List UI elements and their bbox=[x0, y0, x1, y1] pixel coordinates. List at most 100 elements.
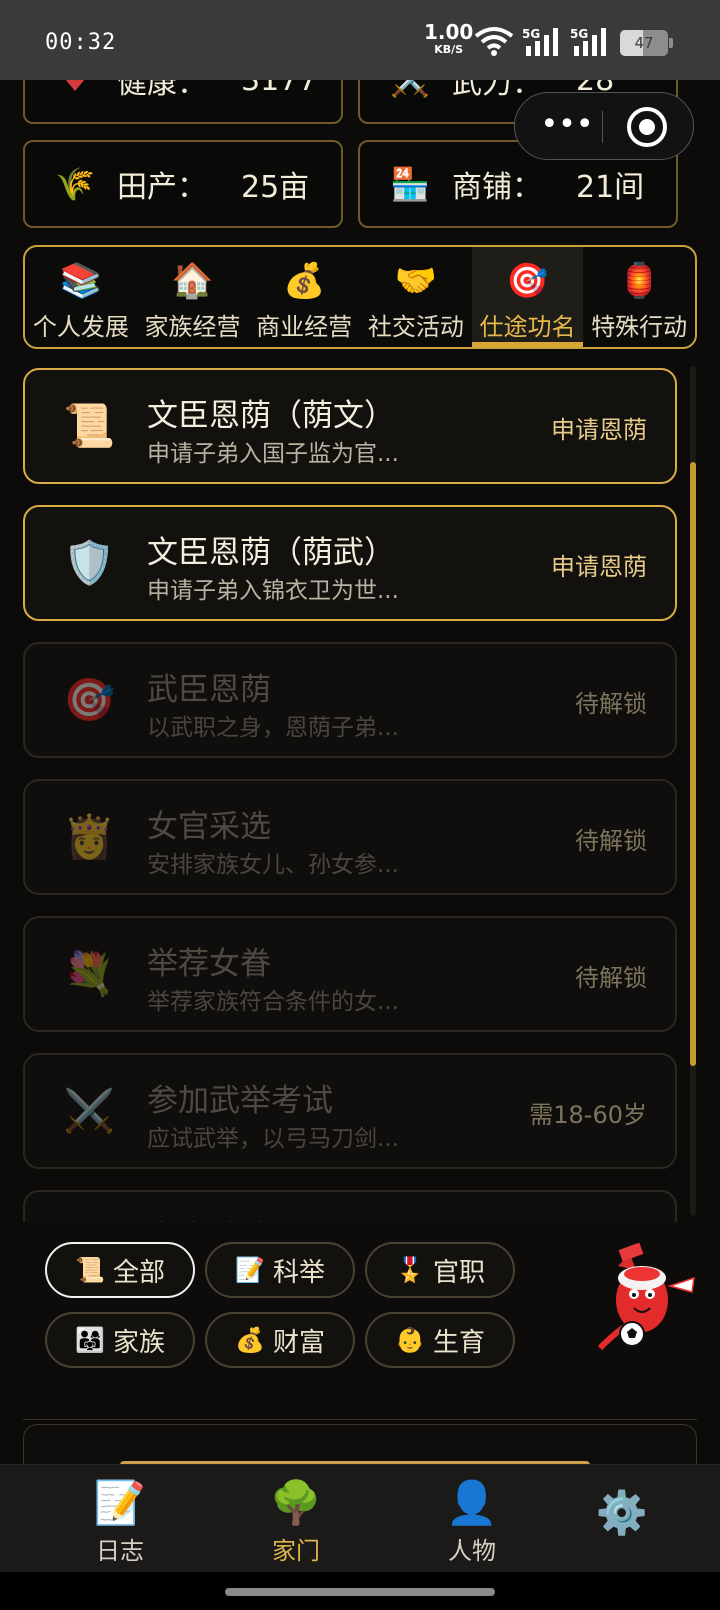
battery-icon: 47 bbox=[620, 30, 673, 56]
signal-5g-icon: 5G bbox=[570, 27, 606, 56]
action-title: 参加武举考试 bbox=[147, 1083, 333, 1119]
next-panel-peek bbox=[23, 1424, 697, 1469]
bouquet-icon: 💐 bbox=[63, 949, 116, 998]
filter-family[interactable]: 👨‍👩‍👧 家族 bbox=[45, 1312, 195, 1368]
shield-icon: 🛡️ bbox=[63, 538, 116, 587]
filter-official-post[interactable]: 🎖️ 官职 bbox=[365, 1242, 515, 1298]
capsule-divider bbox=[602, 111, 603, 143]
house-icon: 🏠 bbox=[171, 261, 214, 301]
category-tabs: 📚 个人发展 🏠 家族经营 💰 商业经营 🤝 社交活动 🎯 仕途功名 🏮 特殊行… bbox=[23, 245, 697, 349]
medal-icon: 🎖️ bbox=[395, 1256, 425, 1284]
nav-family[interactable]: 🌳 家门 bbox=[236, 1477, 356, 1566]
scroll-icon: 📜 bbox=[63, 401, 116, 450]
sim2-label: 5G bbox=[570, 27, 588, 41]
memo-icon: 📝 bbox=[93, 1478, 147, 1527]
money-bag-icon: 💰 bbox=[235, 1326, 265, 1354]
filter-label: 财富 bbox=[272, 1327, 325, 1358]
action-description: 以武职之身，恩荫子弟... bbox=[147, 715, 399, 741]
lantern-icon: 🏮 bbox=[618, 261, 661, 301]
tab-official-career[interactable]: 🎯 仕途功名 bbox=[471, 247, 584, 347]
action-card[interactable]: 🛡️ 文臣恩荫（荫武） 申请子弟入锦衣卫为世... 申请恩荫 bbox=[23, 505, 677, 621]
sim1-label: 5G bbox=[522, 27, 540, 41]
stat-shops-value: 21间 bbox=[576, 170, 645, 205]
list-scrollbar-thumb[interactable] bbox=[690, 462, 696, 1066]
filter-label: 科举 bbox=[272, 1257, 325, 1288]
network-speed: 1.00 KB/S bbox=[424, 22, 473, 58]
tab-business[interactable]: 💰 商业经营 bbox=[248, 247, 360, 347]
locked-status: 待解锁 bbox=[575, 690, 647, 718]
scroll-icon: 📜 bbox=[75, 1256, 105, 1284]
status-bar-overlay: 00:32 1.00 KB/S 5G 5G 47 bbox=[0, 0, 720, 80]
apply-button[interactable]: 申请恩荫 bbox=[551, 410, 647, 445]
action-description: 申请子弟入锦衣卫为世... bbox=[147, 578, 399, 604]
crossed-swords-icon: ⚔️ bbox=[63, 1086, 116, 1135]
money-bag-icon: 💰 bbox=[283, 261, 326, 301]
action-list[interactable]: 📜 文臣恩荫（荫文） 申请子弟入国子监为官... 申请恩荫 🛡️ 文臣恩荫（荫武… bbox=[0, 360, 720, 1222]
person-icon: 👤 bbox=[445, 1478, 499, 1527]
age-requirement: 需18-60岁 bbox=[529, 1101, 647, 1129]
princess-icon: 👸 bbox=[63, 812, 116, 861]
status-time: 00:32 bbox=[45, 30, 117, 55]
family-icon: 👨‍👩‍👧 bbox=[75, 1326, 105, 1354]
mascot-icon[interactable] bbox=[590, 1238, 700, 1358]
close-miniprogram-icon[interactable] bbox=[627, 107, 667, 147]
handshake-icon: 🤝 bbox=[394, 261, 438, 301]
filter-label: 家族 bbox=[112, 1327, 165, 1358]
wifi-icon bbox=[474, 27, 514, 56]
nav-settings[interactable]: ⚙️ bbox=[562, 1487, 682, 1539]
tab-family-management[interactable]: 🏠 家族经营 bbox=[137, 247, 249, 347]
action-title: 武臣恩荫 bbox=[147, 672, 271, 708]
action-description: 申请子弟入国子监为官... bbox=[147, 441, 399, 467]
tree-icon: 🌳 bbox=[269, 1478, 323, 1527]
action-card[interactable]: 📜 文官转武职 bbox=[23, 1190, 677, 1222]
apply-button[interactable]: 申请恩荫 bbox=[551, 547, 647, 582]
baby-icon: 👶 bbox=[395, 1326, 425, 1354]
tab-label: 个人发展 bbox=[32, 313, 129, 341]
filter-imperial-exam[interactable]: 📝 科举 bbox=[205, 1242, 355, 1298]
action-title: 文官转武职 bbox=[147, 1212, 302, 1222]
tab-special-actions[interactable]: 🏮 特殊行动 bbox=[583, 247, 695, 347]
stat-shops-label: 商铺： bbox=[452, 170, 542, 205]
action-card[interactable]: 🎯 武臣恩荫 以武职之身，恩荫子弟... 待解锁 bbox=[23, 642, 677, 758]
action-card[interactable]: 📜 文臣恩荫（荫文） 申请子弟入国子监为官... 申请恩荫 bbox=[23, 368, 677, 484]
action-title: 文臣恩荫（荫武） bbox=[147, 535, 395, 571]
tab-label: 仕途功名 bbox=[479, 313, 576, 341]
signal-5g-icon: 5G bbox=[522, 27, 558, 56]
gear-icon: ⚙️ bbox=[595, 1488, 649, 1537]
tab-social[interactable]: 🤝 社交活动 bbox=[360, 247, 472, 347]
home-indicator[interactable] bbox=[225, 1588, 495, 1596]
filter-childbirth[interactable]: 👶 生育 bbox=[365, 1312, 515, 1368]
stat-farmland-value: 25亩 bbox=[241, 170, 310, 205]
memo-icon: 📝 bbox=[235, 1256, 265, 1284]
action-description: 应试武举，以弓马刀剑... bbox=[147, 1126, 399, 1152]
nav-label: 人物 bbox=[448, 1537, 496, 1565]
filter-all[interactable]: 📜 全部 bbox=[45, 1242, 195, 1298]
nav-character[interactable]: 👤 人物 bbox=[412, 1477, 532, 1566]
action-description: 安排家族女儿、孙女参... bbox=[147, 852, 399, 878]
filter-label: 全部 bbox=[112, 1257, 165, 1288]
filter-label: 生育 bbox=[432, 1327, 485, 1358]
tab-label: 家族经营 bbox=[144, 313, 241, 341]
target-icon: 🎯 bbox=[506, 261, 549, 301]
action-card[interactable]: 👸 女官采选 安排家族女儿、孙女参... 待解锁 bbox=[23, 779, 677, 895]
tab-label: 社交活动 bbox=[367, 313, 464, 341]
locked-status: 待解锁 bbox=[575, 827, 647, 855]
filter-wealth[interactable]: 💰 财富 bbox=[205, 1312, 355, 1368]
stat-farmland: 🌾 田产： 25亩 bbox=[23, 140, 343, 228]
tab-label: 商业经营 bbox=[256, 313, 353, 341]
nav-log[interactable]: 📝 日志 bbox=[60, 1477, 180, 1566]
stat-farmland-label: 田产： bbox=[117, 170, 207, 205]
action-title: 文臣恩荫（荫文） bbox=[147, 398, 395, 434]
nav-label: 日志 bbox=[96, 1537, 144, 1565]
more-menu-icon[interactable]: ••• bbox=[537, 105, 597, 149]
miniprogram-capsule: ••• bbox=[514, 92, 694, 160]
wheat-icon: 🌾 bbox=[55, 165, 95, 203]
target-icon: 🎯 bbox=[63, 675, 116, 724]
filter-label: 官职 bbox=[432, 1257, 485, 1288]
nav-label: 家门 bbox=[272, 1537, 320, 1565]
tab-personal-development[interactable]: 📚 个人发展 bbox=[25, 247, 137, 347]
convenience-store-icon: 🏪 bbox=[390, 165, 430, 203]
action-card[interactable]: ⚔️ 参加武举考试 应试武举，以弓马刀剑... 需18-60岁 bbox=[23, 1053, 677, 1169]
action-card[interactable]: 💐 举荐女眷 举荐家族符合条件的女... 待解锁 bbox=[23, 916, 677, 1032]
action-description: 举荐家族符合条件的女... bbox=[147, 989, 399, 1015]
